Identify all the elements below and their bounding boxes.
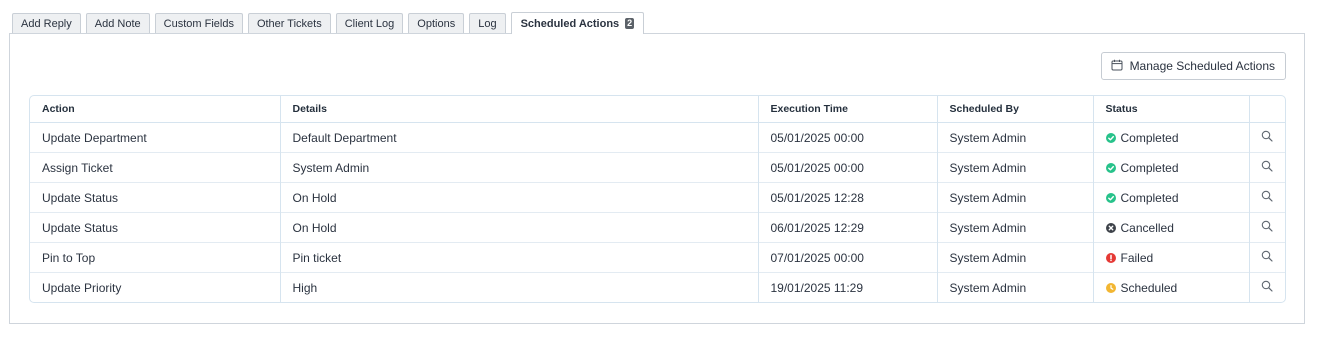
cell-execution-time: 05/01/2025 12:28 (758, 182, 938, 213)
cell-action: Update Status (30, 182, 281, 213)
cell-status: Failed (1093, 242, 1250, 273)
cell-scheduled-by: System Admin (937, 242, 1094, 273)
status-completed-icon (1105, 132, 1116, 143)
tab-log[interactable]: Log (469, 13, 506, 33)
cell-action: Update Department (30, 122, 281, 153)
cell-details: Default Department (280, 122, 759, 153)
status-cancelled-icon (1105, 222, 1116, 233)
tab-label: Options (417, 18, 456, 30)
tab-label: Other Tickets (256, 18, 322, 30)
column-header-details: Details (280, 96, 759, 123)
cell-status: Scheduled (1093, 272, 1250, 302)
table-row: Pin to Top Pin ticket 07/01/2025 00:00 Syst… (30, 242, 1285, 273)
tab-label: Custom Fields (163, 18, 234, 30)
cell-details: System Admin (280, 152, 759, 183)
cell-execution-time: 05/01/2025 00:00 (758, 122, 938, 153)
search-icon (1261, 220, 1273, 232)
tab-bar: Add Reply Add Note Custom Fields Other Tick… (12, 12, 645, 34)
search-icon (1261, 160, 1273, 172)
column-header-scheduled-by: Scheduled By (937, 96, 1094, 123)
tab-other-tickets[interactable]: Other Tickets (247, 13, 331, 33)
table-row: Update Status On Hold 06/01/2025 12:29 Syst… (30, 212, 1285, 243)
status-failed-icon (1105, 252, 1116, 263)
column-header-action: Action (30, 96, 281, 123)
cell-status: Completed (1093, 152, 1250, 183)
column-header-execution-time: Execution Time (758, 96, 938, 123)
column-header-view (1249, 96, 1285, 123)
view-action-button[interactable] (1249, 123, 1285, 153)
search-icon (1261, 190, 1273, 202)
cell-details: Pin ticket (280, 242, 759, 273)
status-label: Scheduled (1120, 280, 1178, 295)
table-row: Update Priority High 19/01/2025 11:29 Syste… (30, 272, 1285, 302)
tab-label: Add Note (94, 18, 141, 30)
tab-count-badge: 2 (625, 18, 635, 29)
status-label: Completed (1120, 190, 1179, 205)
tab-label: Scheduled Actions (520, 18, 620, 30)
cell-status: Completed (1093, 122, 1250, 153)
table-header-row: Action Details Execution Time Scheduled … (30, 96, 1285, 123)
scheduled-actions-panel: Manage Scheduled Actions Action Details … (9, 33, 1305, 324)
cell-status: Completed (1093, 182, 1250, 213)
tab-label: Add Reply (21, 18, 72, 30)
tab-label: Log (478, 18, 497, 30)
cell-details: High (280, 272, 759, 302)
status-label: Failed (1120, 250, 1154, 265)
tab-add-note[interactable]: Add Note (85, 13, 150, 33)
view-action-button[interactable] (1249, 212, 1285, 243)
cell-details: On Hold (280, 212, 759, 243)
cell-action: Update Priority (30, 272, 281, 302)
search-icon (1261, 280, 1273, 292)
cell-scheduled-by: System Admin (937, 212, 1094, 243)
tab-scheduled-actions[interactable]: Scheduled Actions 2 (510, 12, 645, 34)
view-action-button[interactable] (1249, 272, 1285, 302)
cell-scheduled-by: System Admin (937, 122, 1094, 153)
status-scheduled-icon (1105, 282, 1116, 293)
table-row: Update Department Default Department 05/01… (30, 122, 1285, 153)
status-completed-icon (1105, 162, 1116, 173)
status-label: Completed (1120, 130, 1179, 145)
manage-scheduled-actions-label: Manage Scheduled Actions (1129, 59, 1275, 73)
cell-scheduled-by: System Admin (937, 272, 1094, 302)
view-action-button[interactable] (1249, 242, 1285, 273)
search-icon (1261, 250, 1273, 262)
table-row: Assign Ticket System Admin 05/01/2025 00:0… (30, 152, 1285, 183)
scheduled-actions-table: Action Details Execution Time Scheduled … (29, 95, 1286, 303)
table-row: Update Status On Hold 05/01/2025 12:28 Syst… (30, 182, 1285, 213)
manage-scheduled-actions-button[interactable]: Manage Scheduled Actions (1100, 52, 1286, 80)
view-action-button[interactable] (1249, 182, 1285, 213)
calendar-icon (1111, 59, 1123, 74)
cell-scheduled-by: System Admin (937, 152, 1094, 183)
tab-options[interactable]: Options (408, 13, 465, 33)
cell-action: Pin to Top (30, 242, 281, 273)
status-completed-icon (1105, 192, 1116, 203)
cell-execution-time: 19/01/2025 11:29 (758, 272, 938, 302)
cell-action: Update Status (30, 212, 281, 243)
cell-details: On Hold (280, 182, 759, 213)
cell-execution-time: 07/01/2025 00:00 (758, 242, 938, 273)
tab-custom-fields[interactable]: Custom Fields (154, 13, 243, 33)
status-label: Cancelled (1120, 220, 1174, 235)
tab-client-log[interactable]: Client Log (335, 13, 404, 33)
tab-label: Client Log (344, 18, 395, 30)
view-action-button[interactable] (1249, 152, 1285, 183)
cell-action: Assign Ticket (30, 152, 281, 183)
tab-add-reply[interactable]: Add Reply (12, 13, 81, 33)
cell-execution-time: 06/01/2025 12:29 (758, 212, 938, 243)
column-header-status: Status (1093, 96, 1250, 123)
search-icon (1261, 130, 1273, 142)
status-label: Completed (1120, 160, 1179, 175)
cell-scheduled-by: System Admin (937, 182, 1094, 213)
cell-status: Cancelled (1093, 212, 1250, 243)
cell-execution-time: 05/01/2025 00:00 (758, 152, 938, 183)
